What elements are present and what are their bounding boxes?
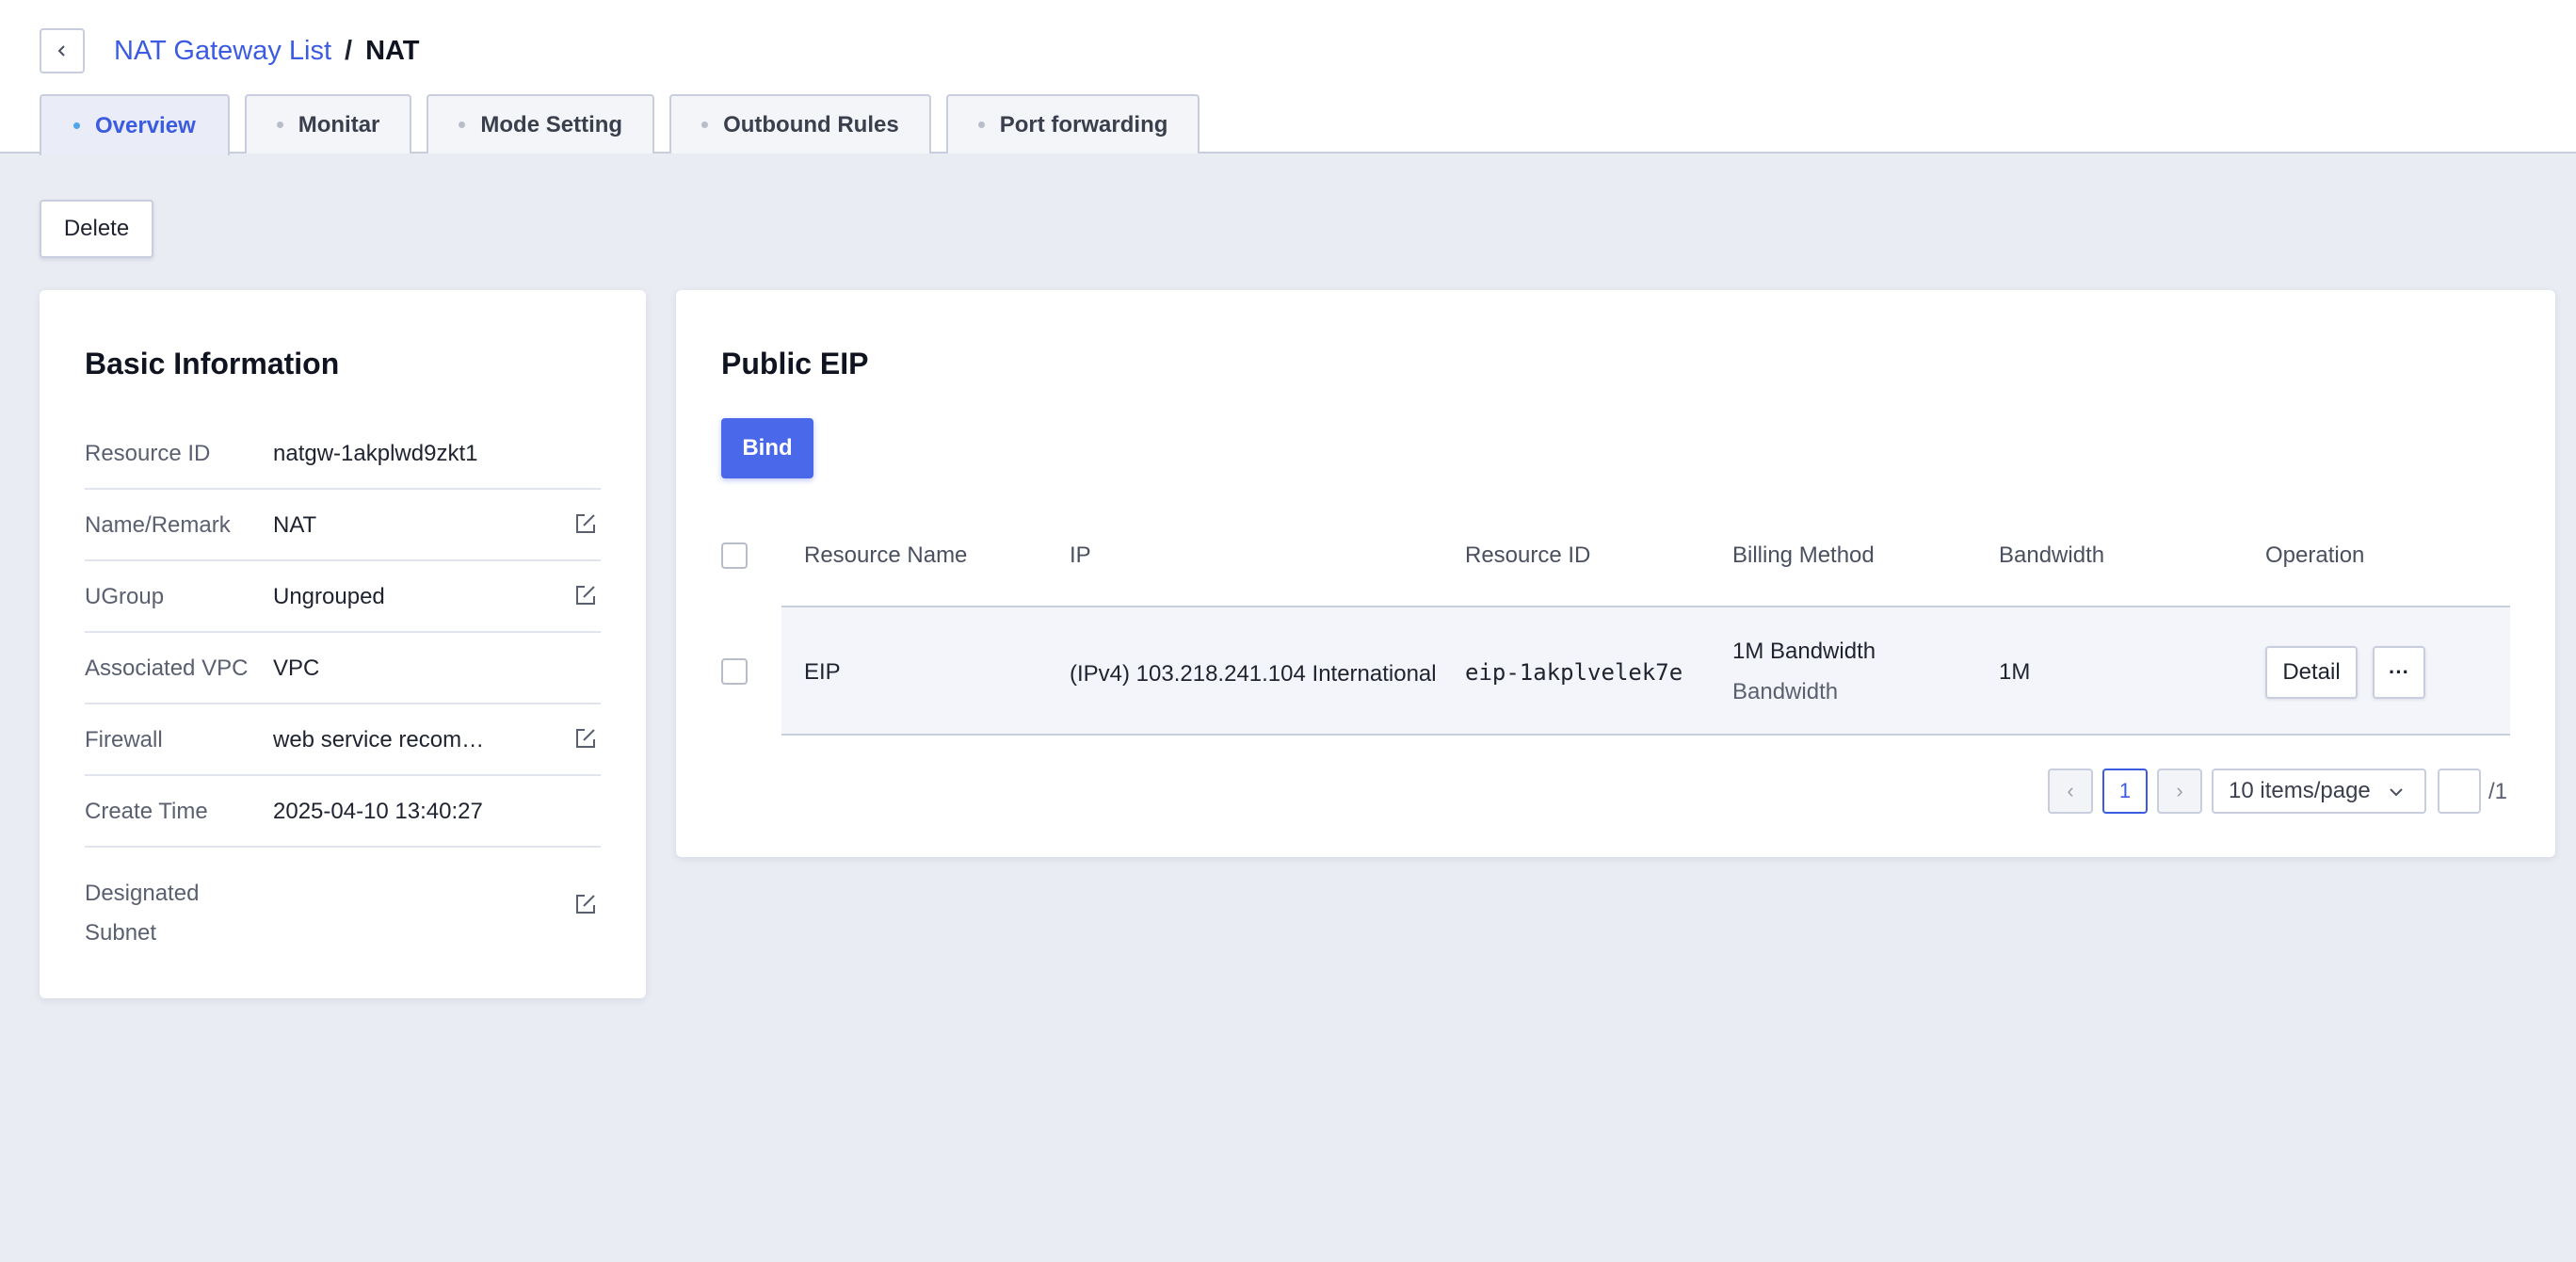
breadcrumb-nat-gateway-list[interactable]: NAT Gateway List	[114, 36, 331, 67]
public-eip-card: Public EIP Bind Resource Name IP Resourc…	[676, 290, 2555, 857]
total-pages: /1	[2488, 779, 2508, 804]
info-label: Associated VPC	[85, 655, 249, 681]
column-header-resource-name: Resource Name	[804, 542, 968, 568]
column-header-bandwidth: Bandwidth	[1999, 542, 2105, 568]
info-label: Firewall	[85, 727, 163, 752]
info-label: Name/Remark	[85, 512, 231, 538]
tab-label: Overview	[95, 112, 196, 138]
info-value: NAT	[273, 512, 317, 538]
page-header: NAT Gateway List / NAT Overview Monitar …	[0, 0, 2576, 155]
tab-dot-icon	[977, 121, 985, 128]
info-row-associated-vpc: Associated VPC VPC	[85, 633, 601, 704]
tab-bar: Overview Monitar Mode Setting Outbound R…	[40, 94, 1215, 155]
cell-resource-id: eip-1akplvelek7e	[1465, 659, 1683, 686]
tab-monitar[interactable]: Monitar	[244, 94, 412, 154]
basic-information-card: Basic Information Resource ID natgw-1akp…	[40, 290, 646, 998]
info-label: UGroup	[85, 584, 165, 609]
tab-label: Outbound Rules	[723, 111, 899, 138]
tab-dot-icon	[276, 121, 283, 128]
next-page-button[interactable]: ›	[2157, 769, 2202, 814]
info-row-name-remark: Name/Remark NAT	[85, 490, 601, 561]
edit-icon[interactable]	[574, 893, 597, 915]
edit-icon[interactable]	[574, 584, 597, 607]
info-value: VPC	[273, 655, 320, 681]
info-row-create-time: Create Time 2025-04-10 13:40:27	[85, 776, 601, 848]
back-button[interactable]	[40, 28, 85, 73]
info-value: natgw-1akplwd9zkt1	[273, 441, 478, 466]
more-options-button[interactable]: ···	[2373, 646, 2425, 699]
cell-billing-subtext: Bandwidth	[1732, 679, 1839, 704]
chevron-left-icon	[57, 45, 65, 57]
edit-icon[interactable]	[574, 512, 597, 535]
page-jump-input[interactable]	[2438, 769, 2481, 814]
row-checkbox[interactable]	[721, 658, 748, 685]
tab-outbound-rules[interactable]: Outbound Rules	[669, 94, 931, 154]
cell-resource-name: EIP	[804, 659, 841, 685]
delete-button[interactable]: Delete	[40, 200, 153, 258]
info-label: Create Time	[85, 799, 208, 824]
info-row-designated-subnet: Designated Subnet	[85, 848, 601, 953]
info-label: Designated Subnet	[85, 881, 200, 946]
prev-page-button[interactable]: ‹	[2048, 769, 2093, 814]
chevron-down-icon	[2390, 788, 2403, 797]
column-header-billing-method: Billing Method	[1732, 542, 1875, 568]
info-value: 2025-04-10 13:40:27	[273, 799, 483, 824]
column-header-operation: Operation	[2265, 542, 2365, 568]
info-value: Ungrouped	[273, 584, 385, 609]
info-value: web service recom…	[273, 727, 485, 752]
page-1-button[interactable]: 1	[2102, 769, 2148, 814]
select-all-checkbox[interactable]	[721, 542, 748, 569]
column-header-resource-id: Resource ID	[1465, 542, 1591, 568]
tab-dot-icon	[459, 121, 466, 128]
page-size-select[interactable]: 10 items/page	[2212, 769, 2426, 814]
tab-overview[interactable]: Overview	[40, 94, 230, 155]
tab-dot-icon	[701, 121, 709, 128]
tab-label: Port forwarding	[999, 111, 1168, 138]
tab-port-forwarding[interactable]: Port forwarding	[945, 94, 1200, 154]
info-row-ugroup: UGroup Ungrouped	[85, 561, 601, 633]
public-eip-title: Public EIP	[721, 347, 869, 380]
tab-mode-setting[interactable]: Mode Setting	[427, 94, 655, 154]
info-row-resource-id: Resource ID natgw-1akplwd9zkt1	[85, 418, 601, 490]
cell-ip: (IPv4) 103.218.241.104 International	[1070, 661, 1437, 687]
edit-icon[interactable]	[574, 727, 597, 750]
column-header-ip: IP	[1070, 542, 1091, 568]
page-size-value: 10 items/page	[2229, 778, 2371, 803]
cell-billing-method: 1M Bandwidth	[1732, 639, 1876, 664]
bind-button[interactable]: Bind	[721, 418, 813, 478]
info-label: Resource ID	[85, 441, 211, 466]
tab-dot-icon	[73, 122, 80, 129]
detail-button[interactable]: Detail	[2265, 646, 2358, 699]
tab-label: Mode Setting	[480, 111, 623, 138]
breadcrumb-separator: /	[345, 35, 353, 66]
cell-bandwidth: 1M	[1999, 659, 2031, 685]
tab-label: Monitar	[298, 111, 380, 138]
breadcrumb-current: NAT	[365, 35, 420, 66]
breadcrumb: NAT Gateway List / NAT	[114, 30, 420, 72]
basic-information-title: Basic Information	[85, 347, 340, 380]
info-row-firewall: Firewall web service recom…	[85, 704, 601, 776]
